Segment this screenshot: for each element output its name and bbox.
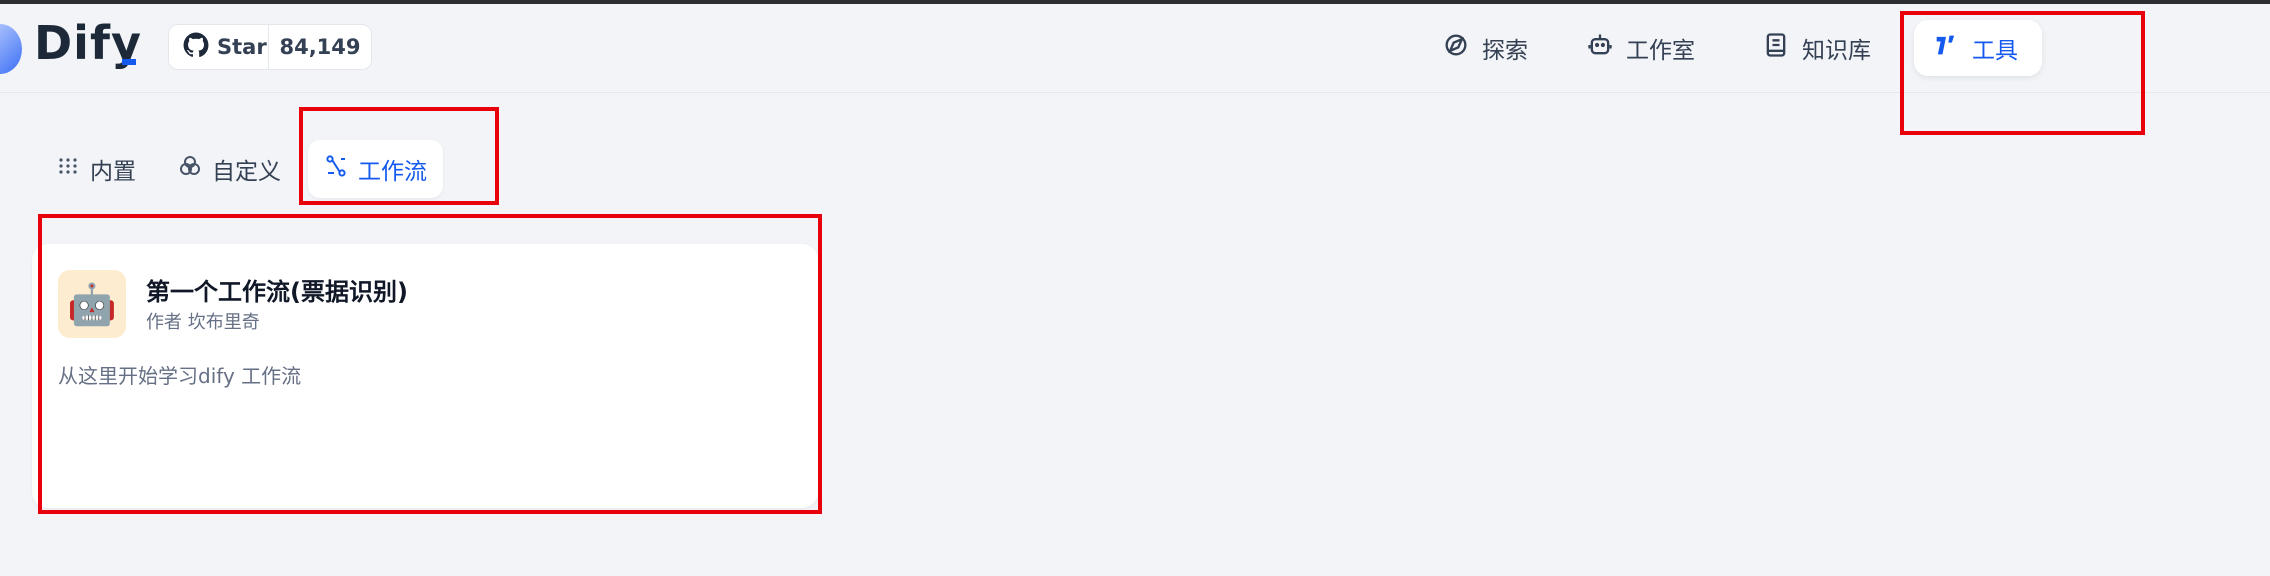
tab-builtin[interactable]: 内置: [40, 140, 152, 198]
logo-underscore: [122, 59, 136, 65]
grid-dots-icon: [56, 154, 80, 184]
github-star-widget[interactable]: Star 84,149: [168, 24, 372, 70]
nav-explore[interactable]: 探索: [1424, 20, 1546, 76]
github-star-button[interactable]: Star: [169, 25, 269, 69]
circles-icon: [178, 154, 202, 184]
nav-knowledge[interactable]: 知识库: [1744, 20, 1889, 76]
nav-studio-label: 工作室: [1626, 38, 1695, 64]
nav-explore-label: 探索: [1482, 38, 1528, 64]
robot-icon: [1586, 31, 1614, 65]
tab-builtin-label: 内置: [90, 159, 136, 185]
github-star-label: Star: [217, 35, 267, 59]
logo-mark: [0, 24, 22, 74]
highlight-box-workflow-card: [38, 214, 822, 514]
nav-studio[interactable]: 工作室: [1568, 20, 1713, 76]
book-icon: [1762, 31, 1790, 65]
highlight-box-workflow-tab: [299, 107, 499, 205]
github-icon: [183, 32, 209, 62]
tab-custom-label: 自定义: [212, 159, 281, 185]
tab-custom[interactable]: 自定义: [162, 140, 297, 198]
github-star-count: 84,149: [279, 35, 361, 59]
nav-knowledge-label: 知识库: [1802, 38, 1871, 64]
compass-icon: [1442, 31, 1470, 65]
highlight-box-tools-nav: [1900, 11, 2145, 135]
